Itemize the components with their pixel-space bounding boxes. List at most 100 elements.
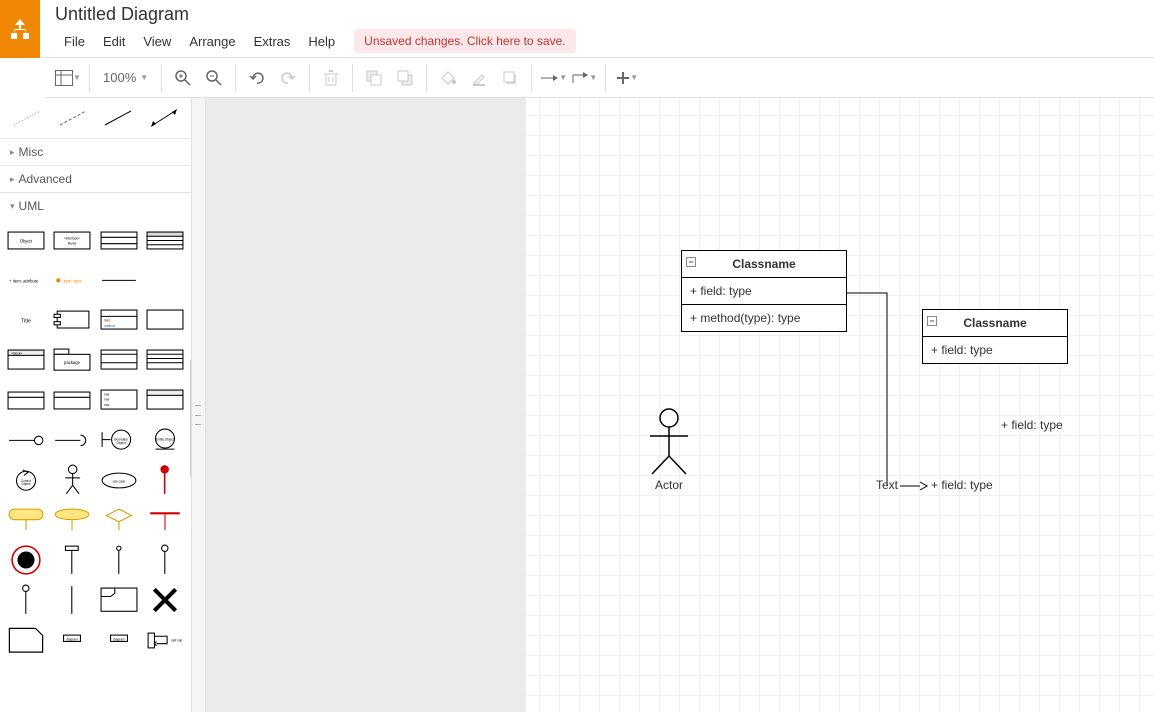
- float-field-2[interactable]: + field: type: [931, 478, 993, 492]
- uml-shape-small1[interactable]: diagram: [52, 623, 92, 657]
- actor-shape[interactable]: Actor: [644, 408, 694, 492]
- category-advanced[interactable]: Advanced: [0, 165, 191, 192]
- uml-shape-control[interactable]: ControlObject: [6, 463, 46, 497]
- uml-shape-lifeline-open[interactable]: [145, 543, 185, 577]
- uml-class-1[interactable]: − Classname + field: type + method(type)…: [681, 250, 847, 332]
- uml-class-2-field[interactable]: + field: type: [923, 337, 1067, 363]
- shape-line[interactable]: [100, 104, 138, 132]
- uml-shape-class-compact[interactable]: [99, 343, 139, 377]
- zoom-out-button[interactable]: [200, 64, 228, 92]
- uml-shape-selfcall[interactable]: self call: [145, 623, 185, 657]
- uml-shape-component[interactable]: [52, 303, 92, 337]
- uml-shape-frame[interactable]: [99, 583, 139, 617]
- uml-shape-fork[interactable]: [145, 503, 185, 537]
- sidebar-splitter[interactable]: [192, 98, 206, 712]
- uml-shape-block[interactable]: «block»: [6, 343, 46, 377]
- diagram-canvas[interactable]: − Classname + field: type + method(type)…: [526, 98, 1154, 712]
- uml-shape-item-orange[interactable]: item: type: [52, 263, 92, 297]
- uml-shape-titled3[interactable]: [145, 383, 185, 417]
- uml-shape-lifeline-plain[interactable]: [52, 583, 92, 617]
- to-front-button[interactable]: [360, 64, 388, 92]
- uml-shape-lifeline-circle[interactable]: [6, 583, 46, 617]
- uml-shape-activity-yellow[interactable]: [6, 503, 46, 537]
- uml-shape-rect[interactable]: [145, 303, 185, 337]
- uml-class-2[interactable]: − Classname + field: type: [922, 309, 1068, 364]
- insert-button[interactable]: ▼: [613, 64, 641, 92]
- float-field-1[interactable]: + field: type: [1001, 418, 1063, 432]
- uml-shape-entity[interactable]: Entity Object: [145, 423, 185, 457]
- fill-color-button[interactable]: [434, 64, 462, 92]
- category-uml[interactable]: UML: [0, 192, 191, 219]
- redo-button[interactable]: [274, 64, 302, 92]
- menu-help[interactable]: Help: [299, 30, 344, 53]
- uml-shape-title[interactable]: Title: [6, 303, 46, 337]
- uml-shape-actor[interactable]: [52, 463, 92, 497]
- category-misc[interactable]: Misc: [0, 138, 191, 165]
- svg-text:field: field: [104, 319, 110, 323]
- undo-button[interactable]: [243, 64, 271, 92]
- arrow-icon[interactable]: [900, 480, 928, 492]
- menu-extras[interactable]: Extras: [245, 30, 300, 53]
- save-warning[interactable]: Unsaved changes. Click here to save.: [354, 29, 575, 53]
- uml-shape-object[interactable]: Object: [6, 223, 46, 257]
- uml-shape-titled[interactable]: [6, 383, 46, 417]
- uml-shape-spacer[interactable]: [145, 263, 185, 297]
- delete-button[interactable]: [317, 64, 345, 92]
- uml-shape-small2[interactable]: diagram: [99, 623, 139, 657]
- menubar: File Edit View Arrange Extras Help Unsav…: [55, 27, 1154, 53]
- uml-class-1-field[interactable]: + field: type: [682, 278, 846, 305]
- uml-shape-interface[interactable]: «interface»Name: [52, 223, 92, 257]
- toolbar: ▼ 100% ▼ ▼ ▼: [46, 58, 1154, 98]
- menu-view[interactable]: View: [134, 30, 180, 53]
- view-mode-button[interactable]: ▼: [54, 64, 82, 92]
- uml-shape-destroy[interactable]: [145, 583, 185, 617]
- app-logo[interactable]: [0, 0, 40, 58]
- uml-shape-item[interactable]: + item: attribute: [6, 263, 46, 297]
- menu-file[interactable]: File: [55, 30, 94, 53]
- uml-shape-list[interactable]: rowrowrow: [99, 383, 139, 417]
- connection-button[interactable]: ▼: [539, 64, 567, 92]
- uml-shape-class3[interactable]: [99, 223, 139, 257]
- uml-shape-destruction[interactable]: [145, 463, 185, 497]
- shadow-button[interactable]: [496, 64, 524, 92]
- uml-shape-note[interactable]: [6, 623, 46, 657]
- uml-shape-activity-wide[interactable]: [52, 503, 92, 537]
- shape-bidir-arrow[interactable]: [145, 104, 183, 132]
- document-title[interactable]: Untitled Diagram: [55, 0, 1154, 27]
- uml-shape-socket[interactable]: [52, 423, 92, 457]
- svg-text:use case: use case: [112, 479, 125, 483]
- svg-text:package: package: [64, 360, 81, 365]
- svg-text:self call: self call: [171, 638, 182, 642]
- uml-shape-lifeline-rect[interactable]: [52, 543, 92, 577]
- uml-class-1-method[interactable]: + method(type): type: [682, 305, 846, 331]
- zoom-select[interactable]: 100% ▼: [97, 70, 154, 85]
- uml-shape-boundary[interactable]: BoundaryObject: [99, 423, 139, 457]
- to-back-button[interactable]: [391, 64, 419, 92]
- waypoint-button[interactable]: ▼: [570, 64, 598, 92]
- collapse-icon[interactable]: −: [686, 257, 696, 267]
- shape-dotted-line[interactable]: [8, 104, 46, 132]
- shape-dashed-line[interactable]: [54, 104, 92, 132]
- line-color-button[interactable]: [465, 64, 493, 92]
- uml-shape-package[interactable]: package: [52, 343, 92, 377]
- svg-text:row: row: [104, 398, 110, 402]
- connector-text-label[interactable]: Text: [876, 478, 898, 492]
- uml-shape-titled2[interactable]: [52, 383, 92, 417]
- uml-shape-final[interactable]: [6, 543, 46, 577]
- uml-shape-lifeline-dot[interactable]: [99, 543, 139, 577]
- menu-edit[interactable]: Edit: [94, 30, 134, 53]
- uml-shape-class-colored[interactable]: fieldmethod: [99, 303, 139, 337]
- svg-text:diagram: diagram: [113, 637, 125, 641]
- uml-shape-usecase[interactable]: use case: [99, 463, 139, 497]
- zoom-in-button[interactable]: [169, 64, 197, 92]
- uml-shape-lollipop[interactable]: [6, 423, 46, 457]
- zoom-value: 100%: [103, 70, 136, 85]
- menu-arrange[interactable]: Arrange: [180, 30, 244, 53]
- collapse-icon[interactable]: −: [927, 316, 937, 326]
- uml-shape-class5[interactable]: [145, 223, 185, 257]
- uml-shape-table[interactable]: [145, 343, 185, 377]
- connector-line[interactable]: [847, 292, 927, 492]
- uml-shape-branch[interactable]: [99, 503, 139, 537]
- uml-shape-divider[interactable]: [99, 263, 139, 297]
- svg-text:diagram: diagram: [67, 637, 79, 641]
